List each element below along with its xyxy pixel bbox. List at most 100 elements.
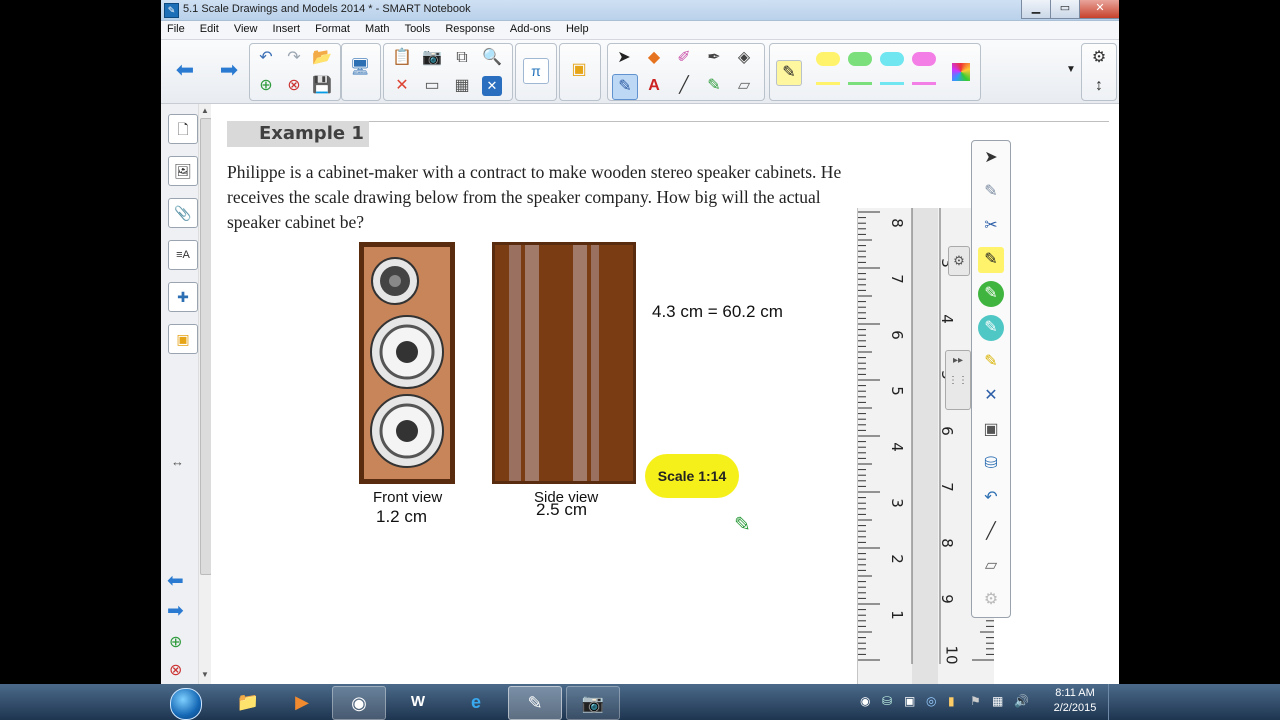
taskbar-document-camera-icon[interactable]: 📷 <box>566 686 620 720</box>
taskbar-clock[interactable]: 8:11 AM 2/2/2015 <box>1040 686 1110 716</box>
highlighter-yellow-selected-icon[interactable]: ✎ <box>776 60 802 86</box>
tray-board-icon[interactable]: ▣ <box>904 694 915 708</box>
save-icon[interactable]: 💾 <box>310 74 334 98</box>
pens-selected-icon[interactable]: ✎ <box>612 74 638 100</box>
close-shade-icon[interactable]: ✕ <box>482 76 502 96</box>
taskbar-chrome-icon[interactable]: ◉ <box>332 686 386 720</box>
menu-math[interactable]: Math <box>359 21 395 37</box>
float-pen-teal-icon[interactable]: ✎ <box>978 315 1004 341</box>
menu-response[interactable]: Response <box>439 21 501 37</box>
menu-view[interactable]: View <box>228 21 264 37</box>
tray-flag-icon[interactable]: ⚑ <box>970 694 981 708</box>
vertical-scrollbar[interactable]: ▲ ▼ <box>198 104 212 684</box>
sidebar-add-page-icon[interactable]: ⊕ <box>169 632 182 652</box>
pen-swatch-green[interactable] <box>848 52 872 66</box>
menu-file[interactable]: File <box>161 21 191 37</box>
taskbar-smart-notebook-icon[interactable]: ✎ <box>508 686 562 720</box>
move-toolbar-icon[interactable]: ↕ <box>1087 74 1111 98</box>
menu-tools[interactable]: Tools <box>399 21 437 37</box>
table-icon[interactable]: ▦ <box>450 74 474 98</box>
gallery-icon[interactable]: 🖼 <box>168 156 198 186</box>
math-tools-icon[interactable]: π <box>523 58 549 84</box>
menu-help[interactable]: Help <box>560 21 595 37</box>
float-highlighter-yellow-icon[interactable]: ✎ <box>978 247 1004 273</box>
redo-icon[interactable]: ↷ <box>282 46 306 70</box>
menu-edit[interactable]: Edit <box>194 21 225 37</box>
pen-swatch-pink[interactable] <box>912 52 936 66</box>
taskbar-word-icon[interactable]: W <box>392 686 444 718</box>
menu-insert[interactable]: Insert <box>267 21 307 37</box>
undo-icon[interactable]: ↶ <box>254 46 278 70</box>
pen-swatch-yellow[interactable] <box>816 52 840 66</box>
pen-swatch-cyan[interactable] <box>880 52 904 66</box>
add-ons-icon[interactable]: ✚ <box>168 282 198 312</box>
screen-shade-icon[interactable]: ▭ <box>420 74 444 98</box>
text-icon[interactable]: A <box>642 74 666 98</box>
float-eraser-icon[interactable]: ▱ <box>978 553 1004 579</box>
float-pen-icon[interactable]: ✎ <box>978 179 1004 205</box>
float-undo-icon[interactable]: ↶ <box>978 485 1004 511</box>
paste-icon[interactable]: 📋 <box>390 46 414 70</box>
sidebar-next-page-icon[interactable]: ➡ <box>167 598 184 623</box>
scroll-up-icon[interactable]: ▲ <box>201 106 209 115</box>
creative-pen-icon[interactable]: ✎ <box>702 74 726 98</box>
add-page-icon[interactable]: ⊕ <box>254 74 278 98</box>
tray-volume-icon[interactable]: 🔊 <box>1014 694 1029 708</box>
tray-network-icon[interactable]: ▦ <box>992 694 1003 708</box>
shapes-icon[interactable]: ◆ <box>642 46 666 70</box>
scroll-down-icon[interactable]: ▼ <box>201 670 209 679</box>
tray-smart-icon[interactable]: ⛁ <box>882 694 892 708</box>
next-page-icon[interactable]: ➡ <box>217 58 241 82</box>
float-line-icon[interactable]: ╱ <box>978 519 1004 545</box>
float-highlighter-icon[interactable]: ✎ <box>978 349 1004 375</box>
delete-icon[interactable]: ✕ <box>390 74 414 98</box>
restore-button[interactable]: ▭ <box>1050 0 1080 19</box>
open-folder-icon[interactable]: 📂 <box>310 46 334 70</box>
sidebar-delete-page-icon[interactable]: ⊗ <box>169 660 182 680</box>
float-capture-icon[interactable]: ▣ <box>978 417 1004 443</box>
taskbar-internet-explorer-icon[interactable]: e <box>450 686 502 718</box>
capture-area-icon[interactable]: ⧉ <box>450 46 474 70</box>
notebook-page[interactable]: Example 1 Philippe is a cabinet-maker wi… <box>211 104 1119 684</box>
lesson-activity-icon[interactable]: ▣ <box>567 58 591 82</box>
float-magic-pen-icon[interactable]: ✂ <box>978 213 1004 239</box>
fill-icon[interactable]: ◈ <box>732 46 756 70</box>
full-screen-icon[interactable]: 🖥 <box>348 56 372 80</box>
float-crossed-pen-icon[interactable]: ✕ <box>978 383 1004 409</box>
tray-notify-icon[interactable]: ▮ <box>948 694 955 708</box>
page-sorter-icon[interactable]: 🗋 <box>168 114 198 144</box>
float-select-icon[interactable]: ➤ <box>978 145 1004 171</box>
sidebar-previous-page-icon[interactable]: ⬅ <box>167 568 184 593</box>
attachments-icon[interactable]: 📎 <box>168 198 198 228</box>
menu-add-ons[interactable]: Add-ons <box>504 21 557 37</box>
tray-sync-icon[interactable]: ◎ <box>926 694 936 708</box>
taskbar-media-player-icon[interactable]: ▶ <box>276 686 328 718</box>
lesson-toolkit-icon[interactable]: ▣ <box>168 324 198 354</box>
float-pen-green-icon[interactable]: ✎ <box>978 281 1004 307</box>
line-icon[interactable]: ╱ <box>672 74 696 98</box>
color-palette-icon[interactable] <box>952 63 970 81</box>
float-toolbar-expand-icon[interactable]: ▸▸ ⋮⋮ <box>945 350 971 410</box>
select-arrow-icon[interactable]: ➤ <box>612 46 636 70</box>
pen-icon[interactable]: ✒ <box>702 46 726 70</box>
magic-pen-icon[interactable]: ✐ <box>672 46 696 70</box>
document-camera-icon[interactable]: 🔍 <box>480 46 504 70</box>
screen-capture-icon[interactable]: 📷 <box>420 46 444 70</box>
taskbar-explorer-icon[interactable]: 📁 <box>222 686 274 718</box>
toolbar-dropdown-icon[interactable]: ▼ <box>1059 58 1083 82</box>
show-desktop-button[interactable] <box>1108 684 1121 720</box>
properties-icon[interactable]: ≡A <box>168 240 198 270</box>
eraser-icon[interactable]: ▱ <box>732 74 756 98</box>
settings-gear-icon[interactable]: ⚙ <box>1087 46 1111 70</box>
float-settings-icon[interactable]: ⚙ <box>978 587 1004 613</box>
delete-page-icon[interactable]: ⊗ <box>282 74 306 98</box>
minimize-button[interactable]: ▁ <box>1021 0 1051 19</box>
resize-sidebar-icon[interactable]: ↔ <box>171 454 184 469</box>
previous-page-icon[interactable]: ⬅ <box>173 58 197 82</box>
float-activity-icon[interactable]: ⛁ <box>978 451 1004 477</box>
float-toolbar-settings-icon[interactable]: ⚙ <box>948 246 970 276</box>
tray-chrome-icon[interactable]: ◉ <box>860 694 870 708</box>
menu-format[interactable]: Format <box>309 21 356 37</box>
start-button[interactable] <box>170 688 202 720</box>
close-button[interactable]: ✕ <box>1079 0 1119 19</box>
